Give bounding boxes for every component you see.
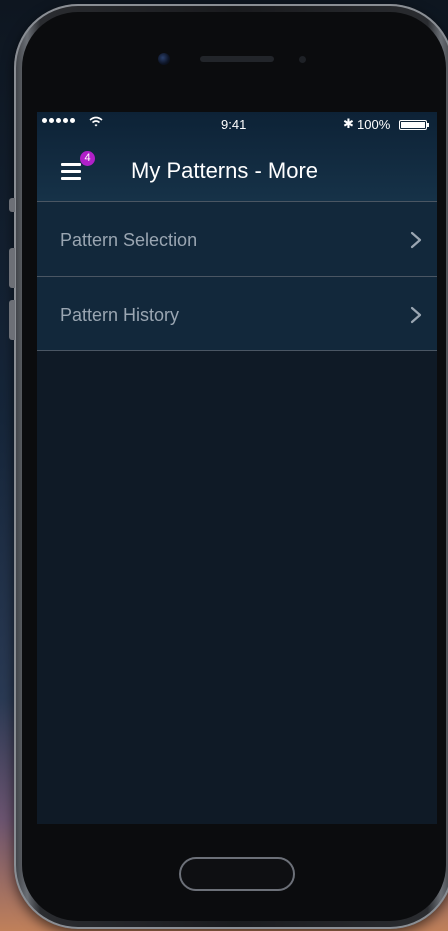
home-button[interactable] — [179, 857, 295, 891]
battery-tip — [427, 123, 429, 127]
signal-strength-icon — [42, 118, 75, 123]
battery-percentage: 100% — [357, 117, 391, 132]
front-camera — [158, 53, 170, 65]
list-item-pattern-history[interactable]: Pattern History — [37, 276, 437, 351]
proximity-sensor — [299, 56, 306, 63]
chevron-right-icon — [410, 306, 422, 324]
hamburger-icon — [61, 163, 81, 166]
volume-up-button — [9, 248, 15, 288]
volume-down-button — [9, 300, 15, 340]
mute-switch — [9, 198, 15, 212]
list-item-label: Pattern History — [60, 305, 180, 325]
menu-list: Pattern Selection Pattern History — [37, 201, 437, 351]
bluetooth-icon: ✱ — [343, 116, 354, 131]
status-time: 9:41 — [221, 117, 247, 132]
list-item-label: Pattern Selection — [60, 230, 198, 250]
status-bar: 9:41 ✱ 100% — [37, 112, 437, 138]
chevron-right-icon — [410, 231, 422, 249]
page-title: My Patterns - More — [131, 158, 319, 183]
earpiece-speaker — [200, 56, 274, 62]
app-screen: 9:41 ✱ 100% 4 My Patterns - More Pattern… — [37, 112, 437, 824]
wifi-icon — [89, 116, 103, 127]
battery-icon — [399, 120, 427, 130]
list-item-pattern-selection[interactable]: Pattern Selection — [37, 201, 437, 276]
app-header: 9:41 ✱ 100% 4 My Patterns - More — [37, 112, 437, 202]
notification-badge: 4 — [80, 151, 95, 166]
